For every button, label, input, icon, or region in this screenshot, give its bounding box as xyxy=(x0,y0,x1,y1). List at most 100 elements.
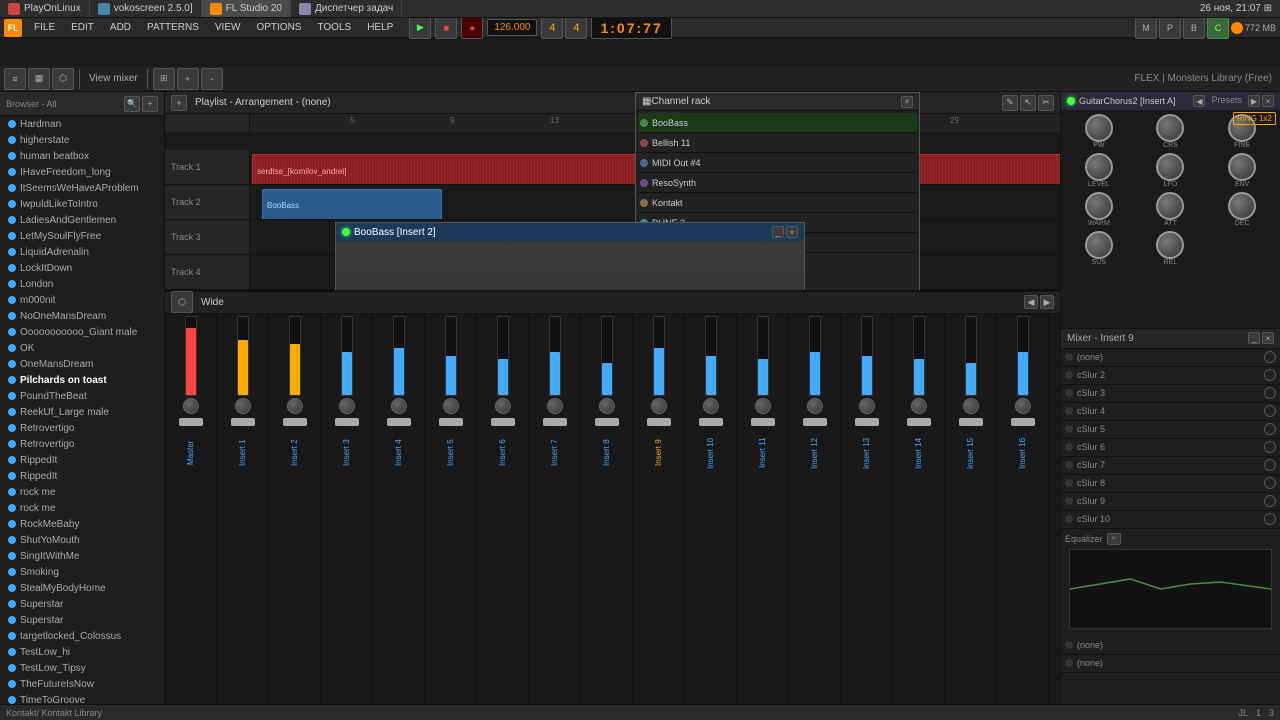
sidebar-add[interactable]: + xyxy=(142,96,158,112)
view-mixer-btn[interactable]: ≡ xyxy=(4,68,26,90)
insert-slot-5[interactable]: cSlur 5 xyxy=(1061,421,1280,439)
level-knob[interactable] xyxy=(1085,153,1113,181)
sidebar-entry-testtipsy[interactable]: TestLow_Tipsy xyxy=(0,660,164,676)
mixer-channel-4[interactable]: Insert 3 xyxy=(321,314,373,720)
taskbar-vokoscreen[interactable]: vokoscreen 2.5.0] xyxy=(90,0,202,17)
sidebar-entry-thefutureis[interactable]: TheFutureIsNow xyxy=(0,676,164,692)
playlist-add-btn[interactable]: + xyxy=(171,95,187,111)
fader-2[interactable] xyxy=(231,418,255,426)
menu-tools[interactable]: TOOLS xyxy=(309,18,359,37)
mixer-channel-16[interactable]: Insert 15 xyxy=(945,314,997,720)
mixer-channel-15[interactable]: Insert 14 xyxy=(893,314,945,720)
bottom-slot-2[interactable]: (none) xyxy=(1061,655,1280,673)
fader-14[interactable] xyxy=(855,418,879,426)
sidebar-entry-hardman[interactable]: Hardman xyxy=(0,116,164,132)
mix-knob-6[interactable] xyxy=(443,398,459,414)
mix-knob-7[interactable] xyxy=(495,398,511,414)
mix-knob-16[interactable] xyxy=(963,398,979,414)
mixer-channel-6[interactable]: Insert 5 xyxy=(425,314,477,720)
fader-5[interactable] xyxy=(387,418,411,426)
channel-rack-btn[interactable]: C xyxy=(1207,17,1229,39)
synth-titlebar[interactable]: GuitarChorus2 [Insert A] ◀ Presets ▶ × xyxy=(1061,92,1280,110)
sidebar-entry-iwould[interactable]: IwpuldLikeToIntro xyxy=(0,196,164,212)
mixer-channel-17[interactable]: Insert 16 xyxy=(997,314,1049,720)
boobass-titlebar[interactable]: BooBass [Insert 2] _ × xyxy=(336,223,804,241)
mixer-btn[interactable]: M xyxy=(1135,17,1157,39)
sidebar-entry-superstar[interactable]: Superstar xyxy=(0,596,164,612)
mix-knob-11[interactable] xyxy=(703,398,719,414)
view-browser-btn[interactable]: ⬡ xyxy=(52,68,74,90)
insert-slot-10[interactable]: cSlur 10 xyxy=(1061,511,1280,529)
zoom-in-btn[interactable]: + xyxy=(177,68,199,90)
sidebar-entry-poundthebeat[interactable]: PoundTheBeat xyxy=(0,388,164,404)
record-button[interactable]: ● xyxy=(461,17,483,39)
browser-btn[interactable]: B xyxy=(1183,17,1205,39)
fader-9[interactable] xyxy=(595,418,619,426)
channel-row-4[interactable]: ResoSynth xyxy=(638,173,917,193)
mixer-channel-12[interactable]: Insert 11 xyxy=(737,314,789,720)
sidebar-entry-m000nit[interactable]: m000nit xyxy=(0,292,164,308)
sidebar-entry-rippedit[interactable]: RippedIt xyxy=(0,452,164,468)
sidebar-entry-lockdown[interactable]: LockItDown xyxy=(0,260,164,276)
slot-toggle-1[interactable] xyxy=(1264,351,1276,363)
boobass-close[interactable]: × xyxy=(786,226,798,238)
slot-toggle-6[interactable] xyxy=(1264,441,1276,453)
channel-rack-close[interactable]: × xyxy=(901,96,913,108)
menu-edit[interactable]: EDIT xyxy=(63,18,102,37)
sidebar-entry-singit[interactable]: SingItWithMe xyxy=(0,548,164,564)
fader-3[interactable] xyxy=(283,418,307,426)
taskbar-playonlinux[interactable]: PlayOnLinux xyxy=(0,0,90,17)
sidebar-entry-rockme[interactable]: rock me xyxy=(0,484,164,500)
lfo-knob[interactable] xyxy=(1156,153,1184,181)
sidebar-entry-human-beatbox[interactable]: human beatbox xyxy=(0,148,164,164)
mixer-wide-btn[interactable]: ⬡ xyxy=(171,291,193,313)
synth-preset-next[interactable]: ▶ xyxy=(1248,95,1260,107)
mixer-channel-7[interactable]: Insert 6 xyxy=(477,314,529,720)
sidebar-entry-rockme2[interactable]: rock me xyxy=(0,500,164,516)
mixer-channel-14[interactable]: Insert 13 xyxy=(841,314,893,720)
mixer-channel-2[interactable]: Insert 1 xyxy=(217,314,269,720)
sidebar-entry-testlow[interactable]: TestLow_hi xyxy=(0,644,164,660)
synth-power-led[interactable] xyxy=(1067,97,1075,105)
fader-13[interactable] xyxy=(803,418,827,426)
insert-slot-3[interactable]: cSlur 3 xyxy=(1061,385,1280,403)
snap-btn[interactable]: ⊞ xyxy=(153,68,175,90)
slot-toggle-9[interactable] xyxy=(1264,495,1276,507)
insert-slot-8[interactable]: cSlur 8 xyxy=(1061,475,1280,493)
mixer-channel-10[interactable]: Insert 9 xyxy=(633,314,685,720)
sidebar-entry-liquid[interactable]: LiquidAdrenalin xyxy=(0,244,164,260)
sidebar-entry-letmy[interactable]: LetMySoulFlyFree xyxy=(0,228,164,244)
synth-close[interactable]: × xyxy=(1262,95,1274,107)
menu-help[interactable]: HELP xyxy=(359,18,401,37)
mixer-channel-1[interactable]: Master xyxy=(165,314,217,720)
sidebar-entry-pilchards[interactable]: Pilchards on toast xyxy=(0,372,164,388)
delete-tool[interactable]: ✂ xyxy=(1038,95,1054,111)
mixer-channel-11[interactable]: Insert 10 xyxy=(685,314,737,720)
mix-knob-3[interactable] xyxy=(287,398,303,414)
pw-knob[interactable] xyxy=(1085,114,1113,142)
slot-toggle-3[interactable] xyxy=(1264,387,1276,399)
taskbar-fl-studio[interactable]: FL Studio 20 xyxy=(202,0,291,17)
dec-knob[interactable] xyxy=(1228,192,1256,220)
mixer-channel-18[interactable]: Insert 17 xyxy=(1049,314,1060,720)
fader-6[interactable] xyxy=(439,418,463,426)
sidebar-entry-rippedit2[interactable]: RippedIt xyxy=(0,468,164,484)
mix-knob-13[interactable] xyxy=(807,398,823,414)
sidebar-entry-itseemswe[interactable]: ItSeemsWeHaveAProblem xyxy=(0,180,164,196)
mix-knob-15[interactable] xyxy=(911,398,927,414)
insert-min[interactable]: _ xyxy=(1248,332,1260,344)
mix-knob-8[interactable] xyxy=(547,398,563,414)
fader-4[interactable] xyxy=(335,418,359,426)
warm-knob[interactable] xyxy=(1085,192,1113,220)
sidebar-entry-nooneknew[interactable]: NoOneMansDream xyxy=(0,308,164,324)
fader-7[interactable] xyxy=(491,418,515,426)
sidebar-entry-stealmybody[interactable]: StealMyBodyHome xyxy=(0,580,164,596)
mixer-channel-9[interactable]: Insert 8 xyxy=(581,314,633,720)
clip-2[interactable]: BooBass xyxy=(262,189,442,219)
sidebar-entry-higherstate[interactable]: higherstate xyxy=(0,132,164,148)
sidebar-entry-ihavefreedom[interactable]: IHaveFreedom_long xyxy=(0,164,164,180)
taskbar-task-manager[interactable]: Диспетчер задач xyxy=(291,0,402,17)
sidebar-entry-retrovertigo[interactable]: Retrovertigo xyxy=(0,420,164,436)
sidebar-entry-london[interactable]: London xyxy=(0,276,164,292)
fader-8[interactable] xyxy=(543,418,567,426)
